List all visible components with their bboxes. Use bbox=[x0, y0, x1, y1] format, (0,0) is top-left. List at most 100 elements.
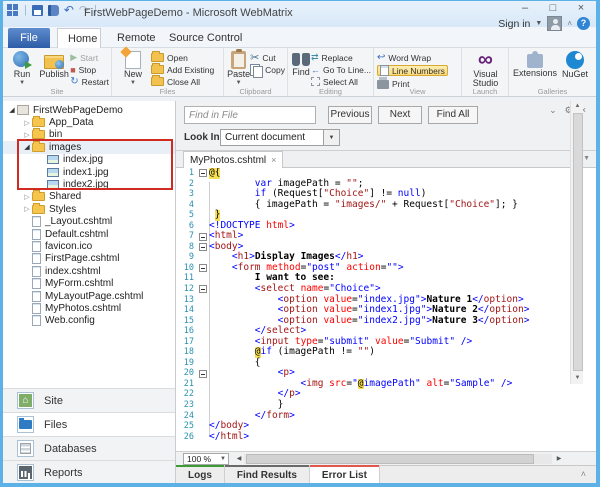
collapsed-expander-icon[interactable]: ▷ bbox=[22, 193, 32, 201]
code-editor[interactable]: 1@{2 var imagePath = "";3 if (Request["C… bbox=[176, 168, 596, 451]
visual-studio-button[interactable]: ∞ Visual Studio bbox=[465, 50, 506, 88]
next-button[interactable]: Next bbox=[378, 106, 422, 124]
code-token: ) bbox=[369, 347, 375, 358]
code-line-1[interactable]: 1@{ bbox=[176, 168, 596, 179]
tree-item-myphotos-cshtml[interactable]: MyPhotos.cshtml bbox=[3, 302, 175, 314]
tab-list-chevron-icon[interactable]: ▼ bbox=[583, 155, 590, 162]
previous-button[interactable]: Previous bbox=[328, 106, 372, 124]
find-input[interactable] bbox=[184, 106, 316, 124]
fold-toggle[interactable] bbox=[196, 368, 209, 379]
help-icon[interactable]: ? bbox=[577, 17, 590, 30]
find-all-button[interactable]: Find All bbox=[428, 106, 478, 124]
select-all-button[interactable]: Select All bbox=[311, 76, 371, 87]
tree-item--layout-cshtml[interactable]: _Layout.cshtml bbox=[3, 216, 175, 228]
workspace-files-button[interactable]: Files bbox=[3, 412, 175, 436]
nuget-button[interactable]: NuGet bbox=[558, 50, 592, 79]
paste-button[interactable]: Paste▼ bbox=[227, 50, 250, 86]
close-all-button[interactable]: Close All bbox=[151, 76, 214, 87]
tab-home[interactable]: Home bbox=[57, 28, 101, 48]
start-button[interactable]: ▶Start bbox=[70, 52, 109, 63]
tab-remote[interactable]: Remote bbox=[107, 28, 166, 48]
vertical-scroll-thumb[interactable] bbox=[573, 113, 583, 371]
fold-toggle[interactable] bbox=[196, 168, 209, 179]
collapsed-expander-icon[interactable]: ▷ bbox=[22, 205, 32, 213]
workspace-databases-button[interactable]: Databases bbox=[3, 436, 175, 460]
code-line-4[interactable]: 4 { imagePath = "images/" + Request["Cho… bbox=[176, 200, 596, 211]
maximize-button[interactable]: □ bbox=[546, 2, 560, 14]
fold-toggle[interactable] bbox=[196, 242, 209, 253]
fold-gutter bbox=[196, 316, 209, 327]
undo-icon[interactable]: ↶ bbox=[64, 4, 74, 16]
workspace-site-button[interactable]: ⌂Site bbox=[3, 388, 175, 412]
tree-item-shared[interactable]: ▷Shared bbox=[3, 191, 175, 203]
collapse-minus-icon[interactable] bbox=[199, 285, 207, 293]
scroll-right-arrow-icon[interactable]: ▶ bbox=[554, 454, 564, 464]
copy-button[interactable]: Copy bbox=[250, 64, 285, 75]
bottom-tab-error-list[interactable]: Error List bbox=[310, 466, 380, 484]
open-button[interactable]: Open bbox=[151, 52, 214, 63]
document-tab-myphotos[interactable]: MyPhotos.cshtml × bbox=[183, 151, 283, 168]
look-in-dropdown-arrow-icon[interactable]: ▼ bbox=[324, 129, 340, 146]
tree-item-index-cshtml[interactable]: index.cshtml bbox=[3, 265, 175, 277]
find-button[interactable]: Find bbox=[291, 50, 311, 77]
scroll-up-arrow-icon[interactable]: ▲ bbox=[571, 101, 584, 112]
ribbon-collapse-icon[interactable]: ˄ bbox=[567, 19, 572, 28]
save-icon[interactable] bbox=[32, 5, 43, 16]
tree-item-favicon-ico[interactable]: favicon.ico bbox=[3, 240, 175, 252]
code-line-26[interactable]: 26</html> bbox=[176, 432, 596, 443]
goto-line-button[interactable]: ←Go To Line... bbox=[311, 64, 371, 75]
fold-toggle[interactable] bbox=[196, 284, 209, 295]
run-button[interactable]: Run▼ bbox=[6, 50, 38, 86]
fold-toggle[interactable] bbox=[196, 231, 209, 242]
minimize-button[interactable]: – bbox=[518, 2, 532, 14]
tab-source-control[interactable]: Source Control bbox=[159, 28, 252, 48]
cut-button[interactable]: ✂Cut bbox=[250, 52, 285, 63]
replace-button[interactable]: ⇄Replace bbox=[311, 52, 371, 63]
tree-item-firstpage-cshtml[interactable]: FirstPage.cshtml bbox=[3, 253, 175, 265]
collapse-minus-icon[interactable] bbox=[199, 169, 207, 177]
code-line-23[interactable]: 23 } bbox=[176, 400, 596, 411]
collapsed-expander-icon[interactable]: ▷ bbox=[22, 131, 32, 139]
word-wrap-button[interactable]: ↩Word Wrap bbox=[377, 52, 448, 63]
collapsed-expander-icon[interactable]: ▷ bbox=[22, 119, 32, 127]
stop-button[interactable]: ■Stop bbox=[70, 64, 109, 75]
file-menu-button[interactable]: File bbox=[8, 28, 50, 48]
sign-in-link[interactable]: Sign in bbox=[498, 18, 530, 30]
tree-item-default-cshtml[interactable]: Default.cshtml bbox=[3, 228, 175, 240]
tree-item-web-config[interactable]: Web.config bbox=[3, 315, 175, 327]
horizontal-scroll-thumb[interactable] bbox=[246, 454, 534, 464]
expanded-expander-icon[interactable]: ◢ bbox=[7, 106, 17, 114]
close-button[interactable]: × bbox=[574, 2, 588, 14]
line-numbers-button[interactable]: Line Numbers bbox=[377, 65, 448, 76]
add-existing-button[interactable]: Add Existing bbox=[151, 64, 214, 75]
tree-item-firstwebpagedemo[interactable]: ◢FirstWebPageDemo bbox=[3, 104, 175, 116]
tree-item-app-data[interactable]: ▷App_Data bbox=[3, 116, 175, 128]
scroll-left-arrow-icon[interactable]: ◀ bbox=[234, 454, 244, 464]
scroll-down-arrow-icon[interactable]: ▼ bbox=[571, 373, 584, 384]
collapse-minus-icon[interactable] bbox=[199, 370, 207, 378]
publish-quick-icon[interactable] bbox=[48, 5, 59, 16]
zoom-dropdown[interactable]: 100 %▼ bbox=[183, 453, 229, 465]
extensions-button[interactable]: Extensions bbox=[512, 50, 558, 78]
findbar-expand-icon[interactable]: ⌄ bbox=[549, 105, 557, 116]
publish-button[interactable]: Publish bbox=[38, 50, 70, 79]
tree-item-myform-cshtml[interactable]: MyForm.cshtml bbox=[3, 277, 175, 289]
look-in-dropdown[interactable]: Current document bbox=[220, 129, 324, 146]
tab-close-icon[interactable]: × bbox=[271, 155, 276, 165]
panel-expand-caret-icon[interactable]: ˄ bbox=[581, 469, 586, 479]
horizontal-scrollbar[interactable] bbox=[244, 454, 552, 464]
restart-button[interactable]: ↻Restart bbox=[70, 76, 109, 87]
tree-item-styles[interactable]: ▷Styles bbox=[3, 203, 175, 215]
new-button[interactable]: New▼ bbox=[115, 50, 151, 86]
bottom-tab-logs[interactable]: Logs bbox=[176, 466, 225, 484]
fold-toggle[interactable] bbox=[196, 263, 209, 274]
collapse-minus-icon[interactable] bbox=[199, 233, 207, 241]
bottom-tab-find-results[interactable]: Find Results bbox=[225, 466, 310, 484]
workspace-reports-button[interactable]: Reports bbox=[3, 460, 175, 484]
collapse-minus-icon[interactable] bbox=[199, 243, 207, 251]
code-line-12[interactable]: 12 <select name="Choice"> bbox=[176, 284, 596, 295]
tree-item-mylayoutpage-cshtml[interactable]: MyLayoutPage.cshtml bbox=[3, 290, 175, 302]
collapse-minus-icon[interactable] bbox=[199, 264, 207, 272]
vertical-scrollbar[interactable]: ▲ ▼ bbox=[570, 101, 583, 384]
avatar[interactable] bbox=[547, 16, 562, 31]
